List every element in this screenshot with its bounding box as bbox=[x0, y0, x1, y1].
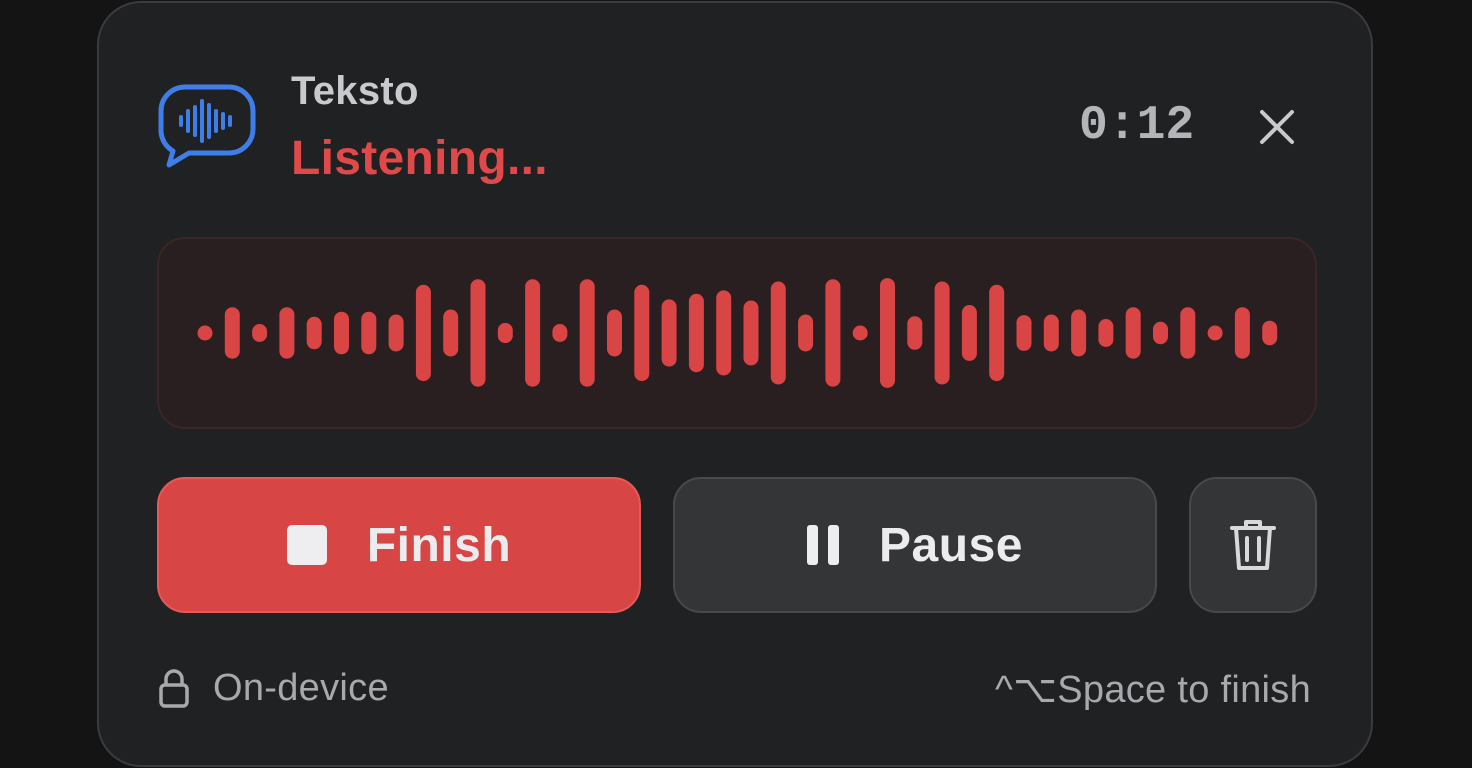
waveform-bar bbox=[634, 284, 650, 382]
pause-button[interactable]: Pause bbox=[673, 477, 1157, 613]
waveform-bar bbox=[961, 305, 977, 361]
waveform-bar bbox=[716, 290, 732, 376]
waveform-bar bbox=[1071, 309, 1087, 357]
waveform-bar bbox=[361, 311, 377, 355]
pause-label: Pause bbox=[879, 518, 1023, 572]
waveform-bar bbox=[1125, 307, 1141, 359]
waveform-bar bbox=[798, 314, 814, 352]
waveform-bar bbox=[306, 316, 322, 350]
waveform-bar bbox=[552, 324, 568, 342]
waveform-bar bbox=[825, 279, 841, 387]
waveform-bar bbox=[1207, 325, 1223, 341]
privacy-label: On-device bbox=[213, 667, 389, 709]
waveform-bar bbox=[1098, 319, 1114, 347]
waveform-bar bbox=[1262, 320, 1278, 346]
waveform-bar bbox=[497, 322, 513, 344]
delete-button[interactable] bbox=[1189, 477, 1317, 613]
waveform-bar bbox=[579, 279, 595, 387]
finish-label: Finish bbox=[366, 518, 512, 572]
waveform-bars bbox=[197, 278, 1278, 388]
waveform-bar bbox=[279, 307, 295, 359]
waveform-bar bbox=[252, 324, 268, 342]
waveform-bar bbox=[770, 281, 786, 385]
waveform-bar bbox=[1234, 307, 1250, 359]
finish-button[interactable]: Finish bbox=[157, 477, 641, 613]
waveform-bar bbox=[1016, 315, 1032, 351]
waveform-bar bbox=[880, 278, 895, 388]
stop-icon bbox=[286, 525, 327, 565]
shortcut-hint: ^⌥Space to finish bbox=[995, 669, 1311, 711]
waveform-bar bbox=[934, 281, 950, 385]
waveform-bar bbox=[443, 309, 459, 357]
waveform-display bbox=[157, 237, 1317, 429]
waveform-bar bbox=[607, 309, 622, 357]
waveform-bar bbox=[334, 311, 349, 355]
waveform-bar bbox=[661, 299, 677, 367]
pause-icon bbox=[807, 525, 840, 565]
waveform-bar bbox=[388, 314, 404, 352]
waveform-bar bbox=[470, 279, 486, 387]
waveform-bar bbox=[1153, 321, 1168, 345]
waveform-bar bbox=[1180, 307, 1196, 359]
app-name: Teksto bbox=[291, 69, 419, 113]
status-text: Listening... bbox=[291, 132, 548, 185]
app-logo-icon bbox=[157, 83, 257, 171]
waveform-bar bbox=[1043, 314, 1059, 352]
elapsed-timer: 0:12 bbox=[1079, 99, 1195, 153]
waveform-bar bbox=[688, 293, 704, 373]
waveform-bar bbox=[989, 284, 1005, 382]
waveform-bar bbox=[197, 325, 213, 341]
waveform-bar bbox=[224, 307, 240, 359]
waveform-bar bbox=[415, 284, 431, 382]
trash-icon bbox=[1230, 520, 1276, 570]
waveform-bar bbox=[743, 300, 759, 366]
close-icon bbox=[1260, 110, 1294, 144]
waveform-bar bbox=[525, 279, 541, 387]
waveform-bar bbox=[907, 316, 923, 350]
lock-icon bbox=[157, 667, 191, 709]
close-button[interactable] bbox=[1247, 97, 1307, 157]
waveform-bar bbox=[852, 325, 868, 341]
recording-panel: Teksto Listening... 0:12 Finish Pause On… bbox=[97, 1, 1373, 767]
